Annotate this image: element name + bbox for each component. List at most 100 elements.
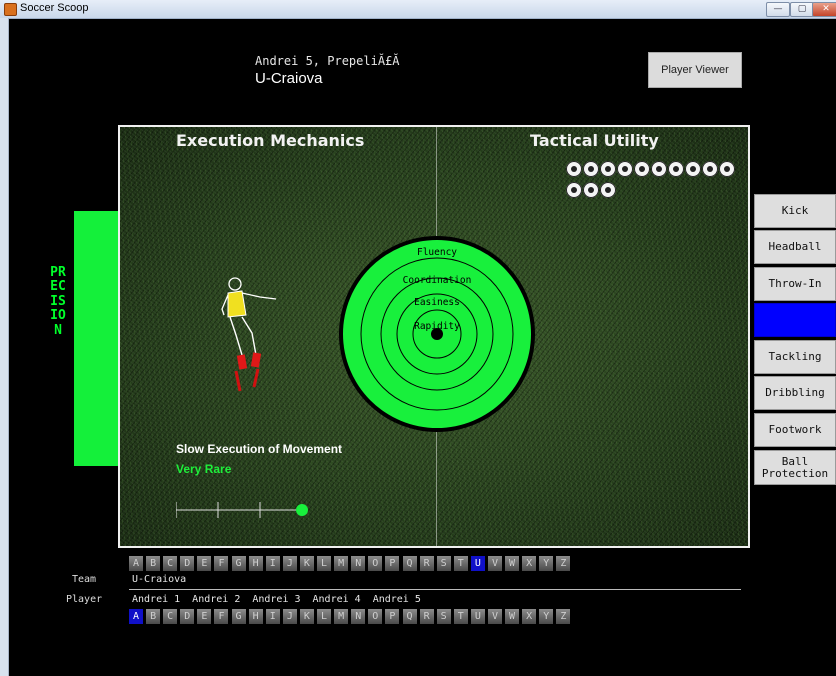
player-letter-v[interactable]: V [487, 609, 502, 624]
player-viewer-button[interactable]: Player Viewer [648, 52, 742, 88]
player-letter-g[interactable]: G [231, 609, 246, 624]
player-letter-q[interactable]: Q [402, 609, 417, 624]
pitch-panel: Execution Mechanics Tactical Utility Flu… [118, 125, 750, 548]
window-border [0, 18, 9, 676]
soccer-ball-icon [651, 161, 667, 177]
team-letter-y[interactable]: Y [539, 556, 554, 571]
soccer-ball-icon [600, 182, 616, 198]
skill-button-dribbling[interactable]: Dribbling [754, 376, 836, 410]
team-label: Team [72, 574, 97, 585]
team-letter-w[interactable]: W [505, 556, 520, 571]
player-letter-o[interactable]: O [368, 609, 383, 624]
skill-button-tackling[interactable]: Tackling [754, 340, 836, 374]
player-label: Player [66, 594, 103, 605]
team-letter-c[interactable]: C [163, 556, 178, 571]
player-letter-r[interactable]: R [419, 609, 434, 624]
soccer-ball-icon [600, 161, 616, 177]
skill-button-ball-protection[interactable]: Ball Protection [754, 450, 836, 485]
player-name: Andrei 5, PrepeliĂ£Ă [255, 54, 400, 68]
team-letter-o[interactable]: O [368, 556, 383, 571]
player-letter-x[interactable]: X [522, 609, 537, 624]
team-title: U-Craiova [255, 70, 323, 87]
precision-bar [74, 211, 118, 466]
player-letter-a[interactable]: A [129, 609, 143, 624]
player-item[interactable]: Andrei 2 [192, 594, 240, 605]
player-figure [221, 277, 277, 392]
soccer-ball-icon [583, 182, 599, 198]
player-letter-n[interactable]: N [351, 609, 366, 624]
player-item[interactable]: Andrei 3 [252, 594, 300, 605]
player-letter-f[interactable]: F [214, 609, 229, 624]
player-letter-selector: ABCDEFGHIJKLMNOPQRSTUVWXYZ [129, 609, 573, 624]
team-letter-x[interactable]: X [522, 556, 537, 571]
team-letter-p[interactable]: P [385, 556, 400, 571]
maximize-icon[interactable]: ▢ [790, 2, 814, 17]
soccer-ball-icon [702, 161, 718, 177]
player-letter-t[interactable]: T [453, 609, 468, 624]
player-letter-w[interactable]: W [505, 609, 520, 624]
player-letter-d[interactable]: D [180, 609, 195, 624]
team-letter-t[interactable]: T [453, 556, 468, 571]
team-letter-l[interactable]: L [317, 556, 332, 571]
execution-mechanics-heading: Execution Mechanics [176, 131, 365, 150]
soccer-ball-icon [566, 161, 582, 177]
team-letter-i[interactable]: I [265, 556, 280, 571]
player-letter-y[interactable]: Y [539, 609, 554, 624]
team-letter-d[interactable]: D [180, 556, 195, 571]
skill-target: Fluency Coordination Easiness Rapidity [339, 236, 535, 432]
soccer-ball-icon [685, 161, 701, 177]
java-app-icon [4, 3, 17, 16]
team-letter-b[interactable]: B [146, 556, 161, 571]
player-letter-h[interactable]: H [248, 609, 263, 624]
team-letter-m[interactable]: M [334, 556, 349, 571]
skill-button-throw-in[interactable]: Throw-In [754, 267, 836, 301]
team-letter-g[interactable]: G [231, 556, 246, 571]
player-letter-c[interactable]: C [163, 609, 178, 624]
separator [129, 589, 741, 590]
team-letter-e[interactable]: E [197, 556, 212, 571]
team-letter-k[interactable]: K [299, 556, 314, 571]
team-value[interactable]: U-Craiova [132, 574, 186, 585]
team-letter-v[interactable]: V [487, 556, 502, 571]
minimize-icon[interactable]: — [766, 2, 790, 17]
skill-button-headball[interactable]: Headball [754, 230, 836, 264]
team-letter-u[interactable]: U [470, 556, 485, 571]
player-letter-l[interactable]: L [317, 609, 332, 624]
player-letter-b[interactable]: B [146, 609, 161, 624]
team-letter-q[interactable]: Q [402, 556, 417, 571]
player-item[interactable]: Andrei 1 [132, 594, 180, 605]
ring-label: Easiness [414, 297, 460, 308]
soccer-ball-icon [719, 161, 735, 177]
close-icon[interactable]: ✕ [812, 2, 836, 17]
player-letter-k[interactable]: K [299, 609, 314, 624]
player-letter-p[interactable]: P [385, 609, 400, 624]
player-letter-e[interactable]: E [197, 609, 212, 624]
player-letter-s[interactable]: S [436, 609, 451, 624]
player-list: Andrei 1 Andrei 2 Andrei 3 Andrei 4 Andrei 5 [132, 594, 421, 605]
execution-scale [176, 502, 308, 518]
skill-button-footwork[interactable]: Footwork [754, 413, 836, 447]
player-letter-i[interactable]: I [265, 609, 280, 624]
player-letter-z[interactable]: Z [556, 609, 571, 624]
team-letter-n[interactable]: N [351, 556, 366, 571]
soccer-ball-icon [617, 161, 633, 177]
player-letter-j[interactable]: J [282, 609, 297, 624]
player-letter-u[interactable]: U [470, 609, 485, 624]
execution-frequency: Very Rare [176, 462, 232, 476]
skill-button-trap[interactable]: Trap [754, 303, 836, 337]
team-letter-r[interactable]: R [419, 556, 434, 571]
player-item[interactable]: Andrei 4 [313, 594, 361, 605]
team-letter-s[interactable]: S [436, 556, 451, 571]
ring-label: Rapidity [414, 321, 460, 332]
soccer-ball-icon [634, 161, 650, 177]
tactical-utility-balls [566, 161, 736, 203]
execution-scale-marker [296, 504, 308, 516]
player-item[interactable]: Andrei 5 [373, 594, 421, 605]
team-letter-a[interactable]: A [129, 556, 143, 571]
skill-button-kick[interactable]: Kick [754, 194, 836, 228]
team-letter-j[interactable]: J [282, 556, 297, 571]
team-letter-f[interactable]: F [214, 556, 229, 571]
player-letter-m[interactable]: M [334, 609, 349, 624]
team-letter-h[interactable]: H [248, 556, 263, 571]
team-letter-z[interactable]: Z [556, 556, 571, 571]
